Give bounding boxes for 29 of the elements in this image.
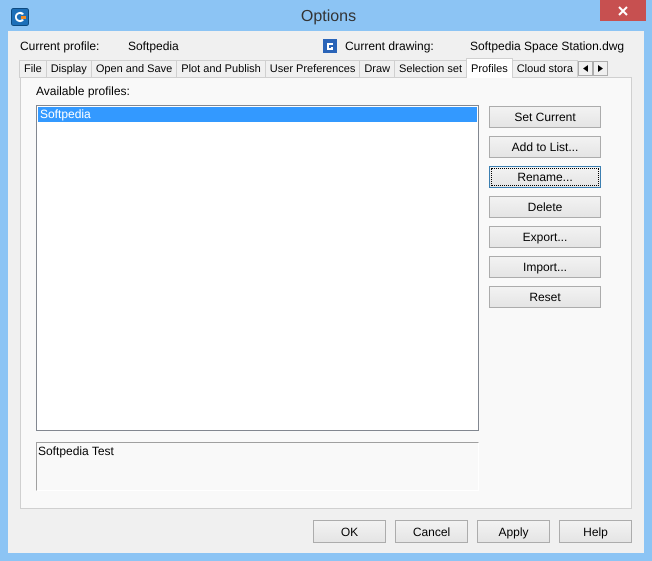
current-profile-label: Current profile:	[20, 38, 100, 52]
available-profiles-label: Available profiles:	[36, 84, 131, 98]
profile-button[interactable]: Rename...	[489, 166, 601, 188]
drawing-file-icon	[322, 38, 338, 54]
left-arrow-icon	[582, 65, 588, 72]
dialog-button[interactable]: OK	[313, 520, 386, 543]
dialog-button[interactable]: Help	[559, 520, 632, 543]
close-button[interactable]	[600, 0, 646, 21]
current-drawing-label: Current drawing:	[345, 38, 435, 52]
tab[interactable]: Cloud stora	[512, 60, 578, 78]
dialog-button[interactable]: Cancel	[395, 520, 468, 543]
profile-button[interactable]: Reset	[489, 286, 601, 308]
right-arrow-icon	[598, 65, 603, 72]
close-icon	[618, 6, 628, 16]
scroll-left-button[interactable]	[578, 61, 593, 76]
dialog-button[interactable]: Apply	[477, 520, 550, 543]
scroll-right-button[interactable]	[592, 61, 608, 76]
tab[interactable]: File	[19, 60, 47, 78]
current-drawing-value: Softpedia Space Station.dwg	[470, 38, 624, 52]
profile-button[interactable]: Delete	[489, 196, 601, 218]
profile-button[interactable]: Set Current	[489, 106, 601, 128]
tab[interactable]: Profiles	[466, 58, 513, 78]
profile-button[interactable]: Add to List...	[489, 136, 601, 158]
profile-button[interactable]: Import...	[489, 256, 601, 278]
window-title: Options	[300, 6, 358, 26]
app-icon	[11, 8, 29, 26]
description-box: Softpedia Test	[36, 442, 479, 491]
current-profile-value: Softpedia	[128, 38, 180, 52]
profile-button[interactable]: Export...	[489, 226, 601, 248]
